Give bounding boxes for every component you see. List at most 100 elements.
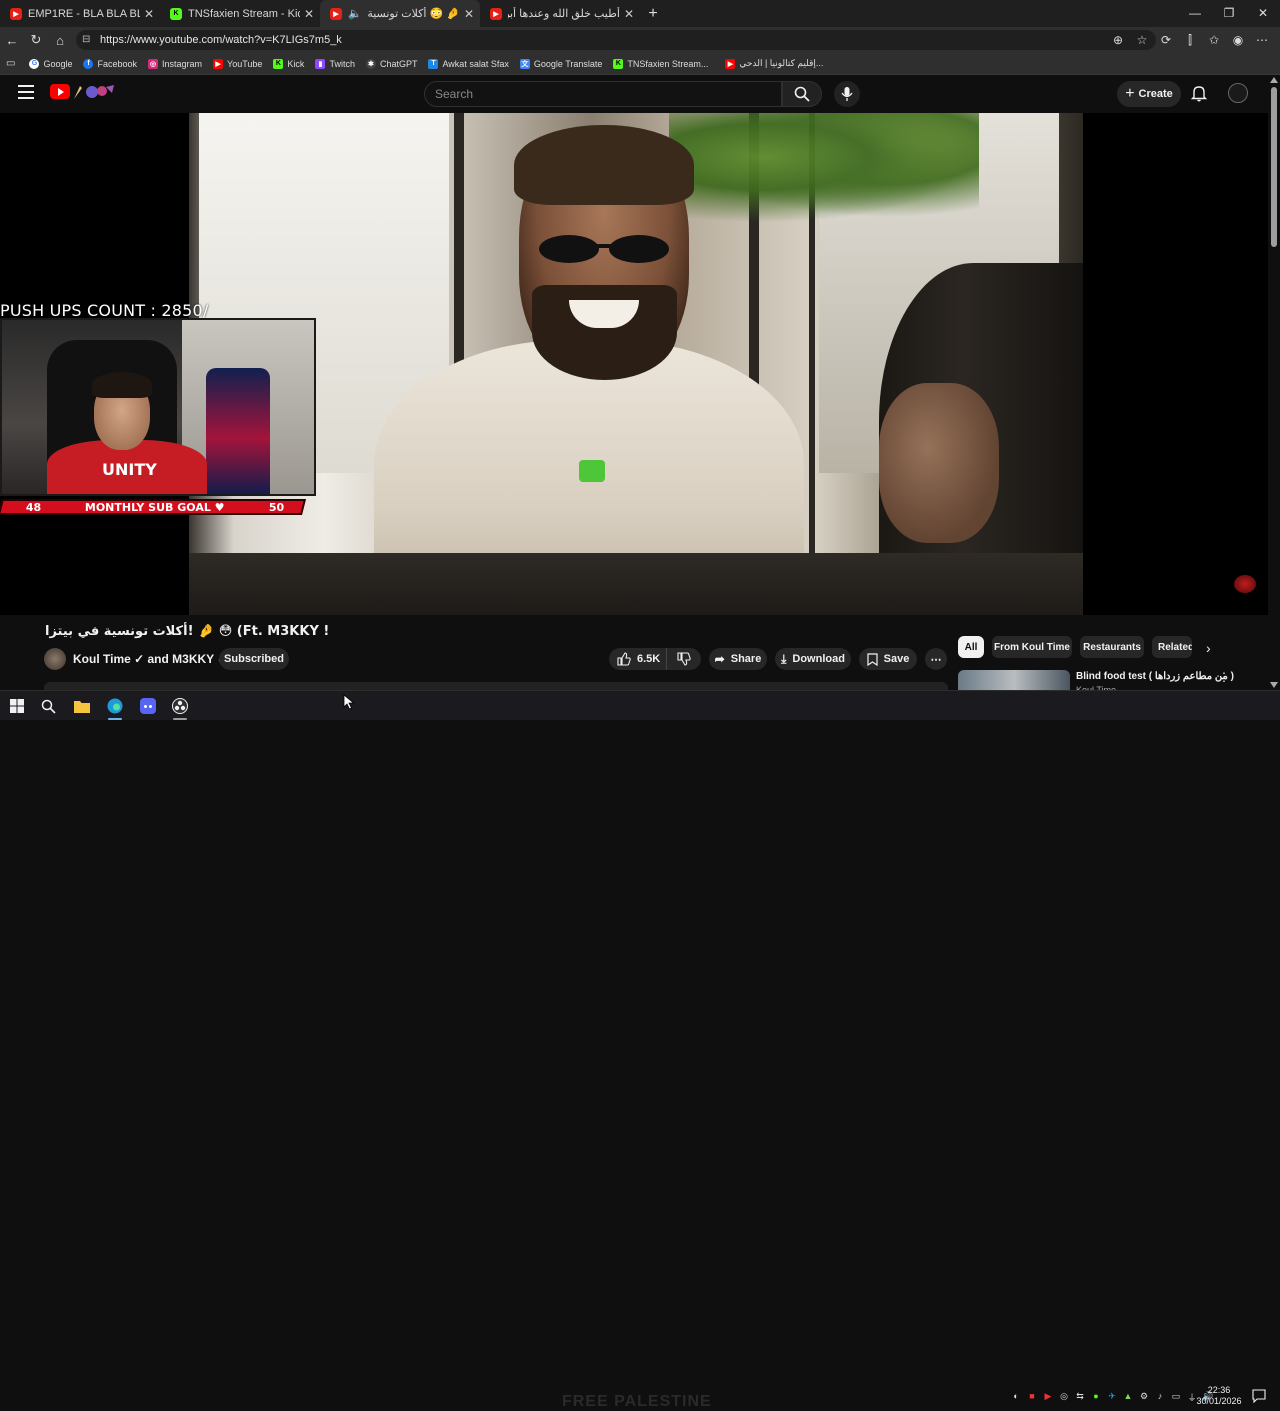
youtube-doodle-icon[interactable]: [72, 83, 116, 101]
tab-empire[interactable]: ▶ EMP1RE - BLA BLA BLA (Official M ✕: [0, 0, 160, 27]
tray-app-icon[interactable]: ⇆: [1072, 1391, 1088, 1403]
profile-icon[interactable]: ◉: [1226, 33, 1250, 47]
close-window-button[interactable]: ✕: [1246, 0, 1280, 27]
maximize-button[interactable]: ❐: [1212, 0, 1246, 27]
chip-related[interactable]: Related: [1152, 636, 1192, 658]
tab-current-video[interactable]: ▶ 🔈 🤌 😳 أكلات تونسية في بيتزا! ✕: [320, 0, 480, 27]
file-explorer-icon[interactable]: [73, 697, 91, 715]
create-button[interactable]: + Create: [1117, 81, 1181, 107]
video-player[interactable]: PUSH UPS COUNT : 2850/ UNITY 48 MONTHLY …: [0, 113, 1268, 615]
bookmark-facebook[interactable]: f Facebook: [83, 58, 138, 69]
account-avatar[interactable]: [1228, 83, 1248, 103]
tray-app-icon[interactable]: ⚙: [1136, 1391, 1152, 1403]
share-button[interactable]: ➦ Share: [709, 648, 767, 670]
recommendation-title[interactable]: Blind food test ( من مطاعم زرداها ): [1076, 671, 1234, 682]
close-icon[interactable]: ✕: [304, 7, 314, 21]
notification-center-icon[interactable]: [1252, 1389, 1266, 1403]
bookmark-label: Instagram: [162, 58, 203, 69]
edge-browser-icon[interactable]: [106, 697, 124, 715]
video-frame[interactable]: [189, 113, 1083, 615]
download-label: Download: [792, 653, 845, 665]
bookmark-instagram[interactable]: ◎ Instagram: [148, 58, 203, 69]
minimize-button[interactable]: —: [1178, 0, 1212, 27]
like-button[interactable]: 6.5K: [609, 648, 667, 670]
discord-icon[interactable]: [139, 697, 157, 715]
favorites-icon[interactable]: ✩: [1202, 33, 1226, 47]
more-horizontal-icon: ⋯: [930, 653, 942, 666]
channel-avatar[interactable]: [44, 648, 66, 670]
recommendation-thumbnail[interactable]: [958, 670, 1070, 690]
dislike-button[interactable]: [667, 652, 701, 666]
notifications-bell-icon[interactable]: [1190, 84, 1208, 102]
page-scrollbar[interactable]: [1268, 75, 1280, 690]
search-input[interactable]: Search: [424, 81, 782, 107]
subscribed-button[interactable]: Subscribed: [219, 648, 289, 670]
close-icon[interactable]: ✕: [624, 7, 634, 21]
bookmark-catalonia[interactable]: ▶ إقليم كتالونيا | الدحي...: [725, 58, 823, 69]
sub-goal-label: MONTHLY SUB GOAL ♥: [85, 500, 225, 514]
split-screen-icon[interactable]: ⫿: [1178, 33, 1202, 48]
more-menu-icon[interactable]: ⋯: [1250, 33, 1274, 47]
channel-name[interactable]: Koul Time ✓ and M3KKY ✓: [73, 652, 227, 666]
scroll-up-arrow-icon[interactable]: [1270, 77, 1278, 83]
tab-kick-dashboard[interactable]: K TNSfaxien Stream - Kick Dashboa ✕: [160, 0, 320, 27]
extension-icon[interactable]: ⟳: [1154, 33, 1178, 47]
more-vertical-icon[interactable]: ⋮: [1218, 670, 1230, 684]
scroll-down-arrow-icon[interactable]: [1270, 682, 1278, 688]
system-clock[interactable]: 22:36 30/01/2026: [1196, 1385, 1242, 1407]
tray-app-icon[interactable]: ■: [1024, 1391, 1040, 1403]
url-field[interactable]: ⊟ https://www.youtube.com/watch?v=K7LIGs…: [76, 30, 1156, 50]
bookmarks-menu-icon[interactable]: ▭: [6, 58, 15, 69]
kick-icon: K: [170, 7, 182, 20]
menu-icon[interactable]: [18, 85, 34, 99]
bookmark-awkat-salat[interactable]: T Awkat salat Sfax: [428, 58, 509, 69]
bookmark-label: Awkat salat Sfax: [442, 58, 509, 69]
description-box[interactable]: [44, 682, 948, 690]
prayer-icon: T: [428, 58, 439, 69]
bookmark-label: Facebook: [97, 58, 138, 69]
speaker-muted-icon[interactable]: 🔈: [348, 7, 362, 20]
youtube-header: Search + Create: [0, 75, 1280, 113]
bookmark-google[interactable]: G Google: [29, 58, 72, 69]
tray-app-icon[interactable]: ▶: [1040, 1391, 1056, 1403]
bookmark-tnsfaxien[interactable]: K TNSfaxien Stream...: [613, 58, 708, 69]
new-tab-button[interactable]: +: [640, 5, 666, 23]
network-icon[interactable]: ▭: [1168, 1391, 1184, 1403]
close-icon[interactable]: ✕: [464, 7, 474, 21]
tab-other-video[interactable]: ▶ أطيب خلق الله وعندها أبن ملاوي : أكـ ✕: [480, 0, 640, 27]
bookmark-chatgpt[interactable]: ✱ ChatGPT: [365, 58, 417, 69]
tray-app-icon[interactable]: ◐: [1008, 1391, 1024, 1403]
youtube-logo[interactable]: [50, 84, 70, 99]
save-button[interactable]: Save: [859, 648, 917, 670]
more-actions-button[interactable]: ⋯: [925, 648, 947, 670]
chip-all[interactable]: All: [958, 636, 984, 658]
tab-title: 🤌 😳 أكلات تونسية في بيتزا!: [366, 8, 460, 20]
chip-from-koul-time[interactable]: From Koul Time: [992, 636, 1072, 658]
bookmark-youtube[interactable]: ▶ YouTube: [213, 58, 262, 69]
taskbar-search-icon[interactable]: [39, 697, 57, 715]
home-icon[interactable]: ⌂: [48, 33, 72, 48]
tray-app-icon[interactable]: ◎: [1056, 1391, 1072, 1403]
favorite-star-icon[interactable]: ☆: [1130, 33, 1154, 47]
download-button[interactable]: ⤓ Download: [775, 648, 851, 670]
close-icon[interactable]: ✕: [144, 7, 154, 21]
refresh-icon[interactable]: ↻: [24, 32, 48, 48]
voice-search-button[interactable]: [834, 81, 860, 107]
tray-app-icon[interactable]: ▲: [1120, 1391, 1136, 1403]
bookmark-google-translate[interactable]: 文 Google Translate: [519, 58, 602, 69]
bookmark-twitch[interactable]: ▮ Twitch: [315, 58, 355, 69]
tray-app-icon[interactable]: ♪: [1152, 1391, 1168, 1403]
bookmark-kick[interactable]: K Kick: [273, 58, 304, 69]
windows-start-icon[interactable]: [8, 697, 26, 715]
search-button[interactable]: [782, 81, 822, 107]
site-info-icon[interactable]: ⊟: [82, 34, 94, 46]
tray-app-icon[interactable]: ●: [1088, 1391, 1104, 1403]
app-install-icon[interactable]: ⊕: [1106, 33, 1130, 47]
windows-taskbar: FREE PALESTINE ◐ ■ ▶ ◎ ⇆ ● ✈ ▲ ⚙ ♪ ▭ ⏚ 🔊…: [0, 690, 1280, 1410]
chevron-right-icon[interactable]: ›: [1206, 640, 1211, 656]
tray-app-icon[interactable]: ✈: [1104, 1391, 1120, 1403]
back-arrow-icon[interactable]: ←: [0, 33, 24, 48]
scrollbar-thumb[interactable]: [1271, 87, 1277, 247]
chip-restaurants[interactable]: Restaurants: [1080, 636, 1144, 658]
obs-studio-icon[interactable]: [171, 697, 189, 715]
